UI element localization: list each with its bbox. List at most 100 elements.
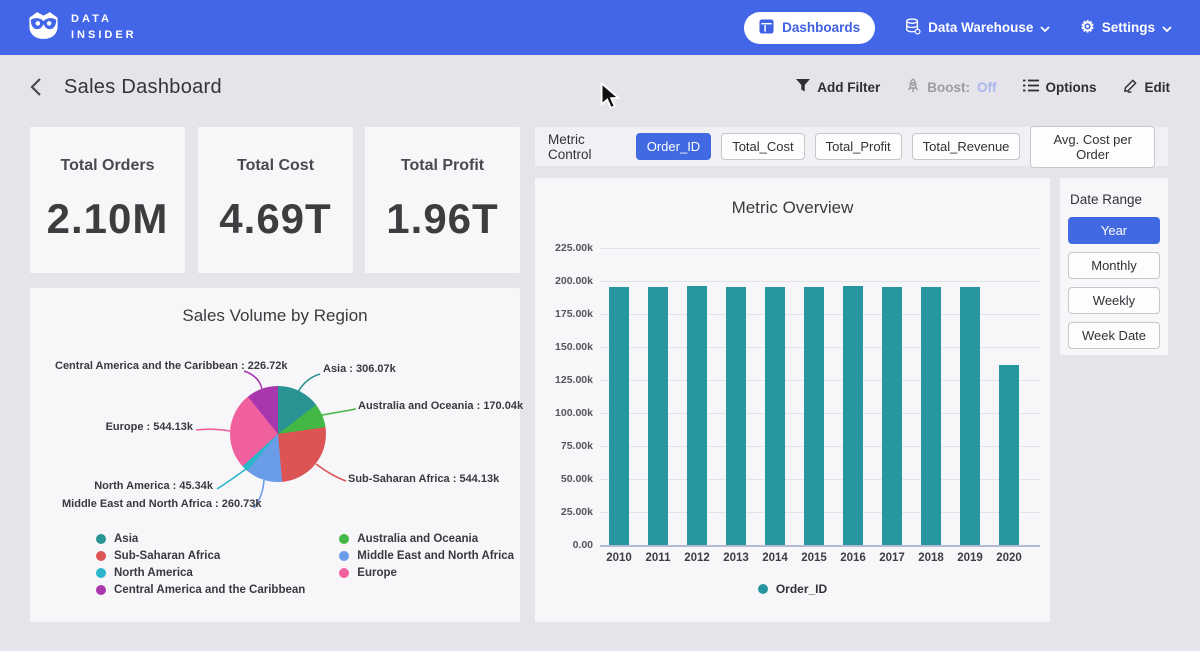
options-button[interactable]: Options [1023,79,1097,95]
bar-2013[interactable] [726,287,746,545]
bar-2014[interactable] [765,287,785,545]
database-icon [905,18,921,38]
legend-item[interactable]: Sub-Saharan Africa [96,550,305,562]
top-nav-items: Dashboards Data Warehouse ⚙ Settings [744,12,1172,44]
y-axis-tick: 125.00k [535,374,593,386]
chevron-down-icon [1162,20,1172,35]
legend-item[interactable]: Asia [96,533,305,545]
date-range-weekly-button[interactable]: Weekly [1068,287,1160,314]
pie-label-middle-east: Middle East and North Africa : 260.73k [62,498,247,510]
bar-2016[interactable] [843,286,863,545]
bar-2011[interactable] [648,287,668,545]
chevron-down-icon [1040,20,1050,35]
date-range-monthly-button[interactable]: Monthly [1068,252,1160,279]
x-axis-tick: 2019 [950,552,990,564]
data-warehouse-nav-button[interactable]: Data Warehouse [905,18,1050,38]
date-range-week-date-button[interactable]: Week Date [1068,322,1160,349]
legend-item[interactable]: Australia and Oceania [339,533,514,545]
bar-2017[interactable] [882,287,902,545]
y-axis-tick: 200.00k [535,275,593,287]
bar-2019[interactable] [960,287,980,545]
brand-logo[interactable]: DATA INSIDER [28,11,137,45]
kpi-value: 2.10M [47,195,169,243]
y-axis-tick: 175.00k [535,308,593,320]
pie-label-sub-saharan-africa: Sub-Saharan Africa : 544.13k [348,473,499,485]
pie-chart[interactable] [230,386,326,482]
dashboards-nav-button[interactable]: Dashboards [744,12,875,44]
metric-control-label: Metric Control [548,132,623,162]
legend-item[interactable]: Order_ID [758,582,827,596]
bar-2018[interactable] [921,287,941,545]
legend-dot [339,551,349,561]
legend-dot [96,551,106,561]
bar-2012[interactable] [687,286,707,545]
kpi-label: Total Profit [401,157,484,175]
y-axis-tick: 225.00k [535,242,593,254]
metric-control-bar: Metric Control Order_ID Total_Cost Total… [535,127,1168,166]
bar-2020[interactable] [999,365,1019,545]
y-axis-tick: 25.00k [535,506,593,518]
back-button[interactable] [30,78,42,96]
x-axis-tick: 2013 [716,552,756,564]
legend-dot [96,585,106,595]
pie-label-central-america: Central America and the Caribbean : 226.… [55,360,240,372]
boost-value: Off [977,80,997,95]
bar-plot[interactable]: 225.00k 200.00k 175.00k 150.00k 125.00k 100.0… [535,178,1050,622]
metric-chip-avg-cost-per-order[interactable]: Avg. Cost per Order [1030,126,1155,168]
x-axis-tick: 2010 [599,552,639,564]
add-filter-button[interactable]: Add Filter [796,79,880,95]
funnel-icon [796,79,810,95]
legend-item[interactable]: Central America and the Caribbean [96,584,305,596]
pie-label-australia-oceania: Australia and Oceania : 170.04k [358,400,523,412]
y-axis-tick: 150.00k [535,341,593,353]
x-axis-tick: 2015 [794,552,834,564]
edit-button[interactable]: Edit [1123,78,1171,96]
y-axis-tick: 75.00k [535,440,593,452]
top-navigation-bar: DATA INSIDER Dashboards [0,0,1200,55]
bar-2010[interactable] [609,287,629,545]
gridline [600,248,1040,249]
settings-label: Settings [1102,20,1155,35]
kpi-card-total-profit: Total Profit 1.96T [365,127,520,273]
kpi-value: 4.69T [219,195,331,243]
x-axis-tick: 2020 [989,552,1029,564]
metric-chip-total-cost[interactable]: Total_Cost [721,133,804,160]
y-axis-tick: 50.00k [535,473,593,485]
page-header: Sales Dashboard Add Filter Boost: Off [0,55,1200,119]
gear-icon: ⚙ [1080,20,1094,36]
bar-2015[interactable] [804,287,824,545]
bar-chart-card: Metric Overview 225.00k200.00k175.00k150… [535,178,1050,622]
metric-chip-order-id[interactable]: Order_ID [636,133,711,160]
settings-nav-button[interactable]: ⚙ Settings [1080,20,1172,36]
legend-item[interactable]: North America [96,567,305,579]
legend-item[interactable]: Middle East and North Africa [339,550,514,562]
date-range-panel: Date Range Year Monthly Weekly Week Date [1060,178,1168,355]
pie-label-north-america: North America : 45.34k [78,480,213,492]
legend-dot [339,568,349,578]
y-axis-tick: 100.00k [535,407,593,419]
x-axis-tick: 2011 [638,552,678,564]
pie-label-europe: Europe : 544.13k [83,421,193,433]
kpi-card-total-cost: Total Cost 4.69T [198,127,353,273]
pie-chart-title: Sales Volume by Region [30,306,520,326]
pie-legend: Asia Sub-Saharan Africa North America Ce… [96,533,514,596]
date-range-year-button[interactable]: Year [1068,217,1160,244]
rocket-icon [906,78,920,97]
metric-chip-total-profit[interactable]: Total_Profit [815,133,902,160]
options-label: Options [1046,80,1097,95]
kpi-label: Total Cost [237,157,314,175]
x-axis-tick: 2018 [911,552,951,564]
metric-chip-total-revenue[interactable]: Total_Revenue [912,133,1021,160]
boost-toggle[interactable]: Boost: Off [906,78,996,97]
edit-label: Edit [1145,80,1171,95]
x-axis-tick: 2017 [872,552,912,564]
legend-dot [96,534,106,544]
brand-name: DATA INSIDER [71,12,137,44]
legend-item[interactable]: Europe [339,567,514,579]
dashboard-grid-icon [759,19,774,37]
add-filter-label: Add Filter [817,80,880,95]
y-axis-tick: 0.00 [535,539,593,551]
x-axis-tick: 2014 [755,552,795,564]
bar-chart-legend: Order_ID [535,582,1050,596]
dashboards-label: Dashboards [782,20,860,35]
